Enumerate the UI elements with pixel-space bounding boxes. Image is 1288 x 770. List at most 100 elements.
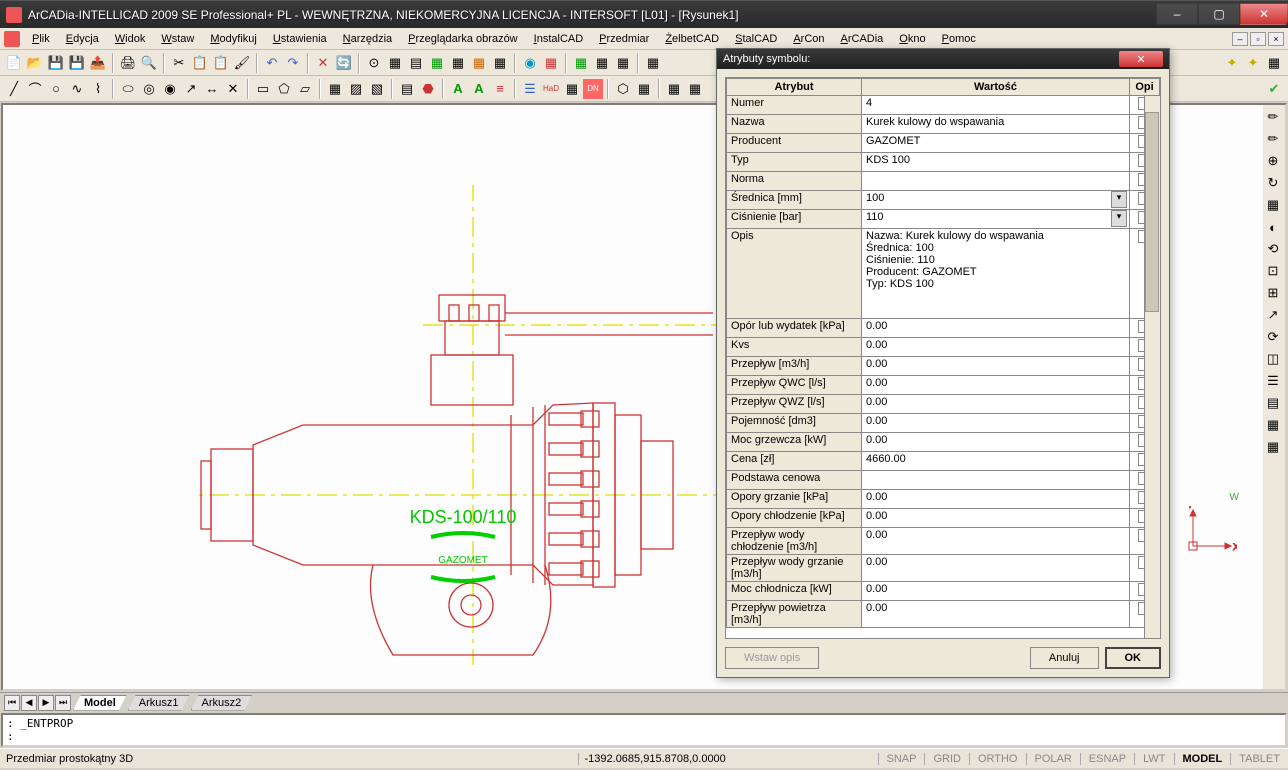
symbol-c-icon[interactable]: ▦ [664,79,684,99]
symbol-a-icon[interactable]: ⬡ [613,79,633,99]
col-value[interactable]: Wartość [862,79,1130,96]
region-icon[interactable]: ▦ [325,79,345,99]
undo-icon[interactable]: ↶ [262,53,282,73]
tab-nav-last[interactable]: ⏭ [55,695,71,711]
tab-model[interactable]: Model [73,695,127,711]
attr-value-cell[interactable]: 0.00 [862,601,1130,628]
status-toggle-snap[interactable]: SNAP [878,753,925,765]
rtool-5-icon[interactable]: ▦ [1263,195,1283,215]
cancel-button[interactable]: Anuluj [1030,647,1099,669]
menu-instalcad[interactable]: InstalCAD [526,31,592,47]
hatch-icon[interactable]: ▤ [397,79,417,99]
attr-value-cell[interactable]: 0.00 [862,433,1130,452]
cross-icon[interactable]: ✕ [223,79,243,99]
menu-arcadia[interactable]: ArCADia [833,31,892,47]
saveall-icon[interactable]: 💾 [67,53,87,73]
menu-narzdzia[interactable]: Narzędzia [335,31,401,47]
attr-value-cell[interactable]: 0.00 [862,414,1130,433]
dialog-titlebar[interactable]: Atrybuty symbolu: ✕ [717,49,1169,69]
attr-value-cell[interactable]: 4660.00 [862,452,1130,471]
attr-value-cell[interactable]: GAZOMET [862,134,1130,153]
attr-value-cell[interactable]: 0.00 [862,582,1130,601]
rect-icon[interactable]: ▭ [253,79,273,99]
rtool-7-icon[interactable]: ⟲ [1263,239,1283,259]
tool-b-icon[interactable]: ▦ [385,53,405,73]
attr-value-cell[interactable]: 0.00 [862,490,1130,509]
tab-nav-prev[interactable]: ◀ [21,695,37,711]
preview-icon[interactable]: 🔍 [139,53,159,73]
tool-g-icon[interactable]: ▦ [490,53,510,73]
dim-icon[interactable]: ☰ [520,79,540,99]
attr-value-cell[interactable] [862,172,1130,191]
menu-przegldarkaobrazw[interactable]: Przeglądarka obrazów [400,31,525,47]
format-icon[interactable]: 🖌 [232,53,252,73]
tab-nav-next[interactable]: ▶ [38,695,54,711]
print-icon[interactable]: 🖨 [118,53,138,73]
attr-value-cell[interactable]: Kurek kulowy do wspawania [862,115,1130,134]
rtool-3-icon[interactable]: ⊕ [1263,151,1283,171]
tool-d-icon[interactable]: ▦ [427,53,447,73]
view-check-icon[interactable]: ✔ [1264,79,1284,99]
status-toggle-model[interactable]: MODEL [1174,753,1231,765]
attr-value-cell[interactable]: 0.00 [862,395,1130,414]
close-button[interactable]: ✕ [1240,3,1288,25]
ring-icon[interactable]: ◉ [160,79,180,99]
symbol-b-icon[interactable]: ▦ [634,79,654,99]
tool-a-icon[interactable]: ⊙ [364,53,384,73]
doc-restore-button[interactable]: ▫ [1250,32,1266,46]
status-toggle-tablet[interactable]: TABLET [1230,753,1288,765]
had-icon[interactable]: HaD [541,79,561,99]
xline-icon[interactable]: ↔ [202,79,222,99]
menu-edycja[interactable]: Edycja [58,31,107,47]
status-toggle-polar[interactable]: POLAR [1026,753,1080,765]
rtool-12-icon[interactable]: ◫ [1263,349,1283,369]
save-icon[interactable]: 💾 [46,53,66,73]
tool-right-2-icon[interactable]: ✦ [1243,53,1263,73]
refresh-icon[interactable]: 🔄 [334,53,354,73]
tab-arkusz2[interactable]: Arkusz2 [191,695,253,711]
doc-close-button[interactable]: × [1268,32,1284,46]
rtool-9-icon[interactable]: ⊞ [1263,283,1283,303]
attr-value-cell[interactable]: 0.00 [862,528,1130,555]
attr-value-cell[interactable] [862,471,1130,490]
wipeout-icon[interactable]: ▧ [367,79,387,99]
line-icon[interactable]: ╱ [4,79,24,99]
tool-i-icon[interactable]: ▦ [541,53,561,73]
rtool-2-icon[interactable]: ✏ [1263,129,1283,149]
open-icon[interactable]: 📂 [25,53,45,73]
attr-value-cell[interactable]: 0.00 [862,319,1130,338]
tool-m-icon[interactable]: ▦ [643,53,663,73]
rtool-11-icon[interactable]: ⟳ [1263,327,1283,347]
attr-value-cell[interactable]: 100 [862,191,1130,210]
boundary-icon[interactable]: ▨ [346,79,366,99]
text-a-icon[interactable]: A [448,79,468,99]
copy-icon[interactable]: 📋 [190,53,210,73]
menu-widok[interactable]: Widok [107,31,154,47]
command-line[interactable]: : _ENTPROP : [1,713,1287,747]
mtext-icon[interactable]: ≡ [490,79,510,99]
export-icon[interactable]: 📤 [88,53,108,73]
text-b-icon[interactable]: A [469,79,489,99]
insert-description-button[interactable]: Wstaw opis [725,647,819,669]
dn-icon[interactable]: DN [583,79,603,99]
menu-przedmiar[interactable]: Przedmiar [591,31,657,47]
poly-icon[interactable]: ⬠ [274,79,294,99]
new-icon[interactable]: 📄 [4,53,24,73]
rtool-14-icon[interactable]: ▤ [1263,393,1283,413]
rtool-1-icon[interactable]: ✏ [1263,107,1283,127]
tool-e-icon[interactable]: ▦ [448,53,468,73]
status-toggle-lwt[interactable]: LWT [1134,753,1173,765]
menu-okno[interactable]: Okno [891,31,933,47]
arc-icon[interactable]: ⌒ [25,79,45,99]
attr-value-cell[interactable]: 0.00 [862,509,1130,528]
rtool-4-icon[interactable]: ↻ [1263,173,1283,193]
dialog-scrollbar[interactable] [1144,96,1160,638]
rtool-13-icon[interactable]: ☰ [1263,371,1283,391]
donut-icon[interactable]: ◎ [139,79,159,99]
menu-stalcad[interactable]: StalCAD [727,31,785,47]
tool-l-icon[interactable]: ▦ [613,53,633,73]
attr-value-cell[interactable]: 110 [862,210,1130,229]
tool-f-icon[interactable]: ▦ [469,53,489,73]
tool-c-icon[interactable]: ▤ [406,53,426,73]
menu-pomoc[interactable]: Pomoc [934,31,984,47]
